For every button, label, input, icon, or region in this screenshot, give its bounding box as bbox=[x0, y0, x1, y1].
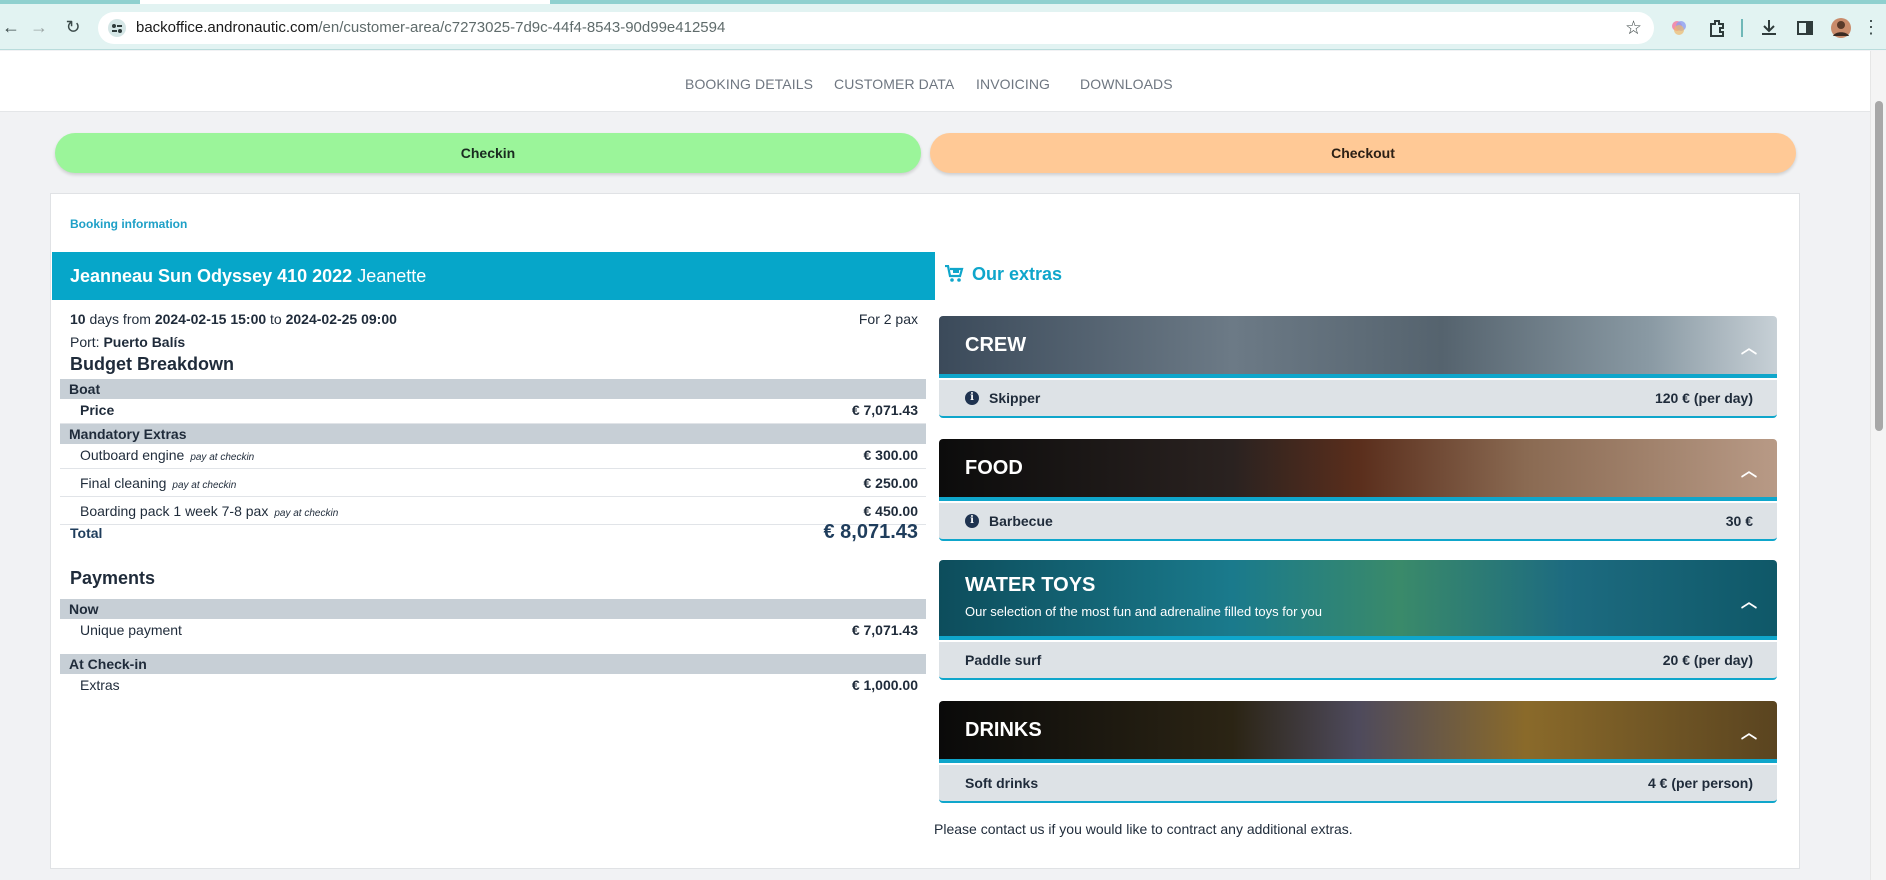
checkout-button[interactable]: Checkout bbox=[930, 133, 1796, 173]
extras-title: Our extras bbox=[944, 264, 1062, 288]
url-text: backoffice.andronautic.com/en/customer-a… bbox=[136, 19, 726, 36]
category-water-toys-header[interactable]: WATER TOYS Our selection of the most fun… bbox=[939, 560, 1777, 640]
customer-area-nav: BOOKING DETAILS CUSTOMER DATA INVOICING … bbox=[0, 51, 1870, 112]
chevron-up-icon[interactable]: ︿ bbox=[1741, 588, 1757, 612]
browser-menu-icon[interactable]: ⋮ bbox=[1862, 16, 1880, 38]
booking-info-label: Booking information bbox=[70, 217, 188, 231]
extra-item-row[interactable]: i Barbecue 30 € bbox=[939, 503, 1777, 541]
payment-row: Unique payment € 7,071.43 bbox=[80, 622, 918, 638]
budget-title: Budget Breakdown bbox=[70, 354, 235, 374]
chevron-up-icon[interactable]: ︿ bbox=[1741, 457, 1757, 481]
trip-dates: 10 days from 2024-02-15 15:00 to 2024-02… bbox=[70, 311, 397, 327]
page-scrollbar[interactable] bbox=[1870, 51, 1886, 880]
reload-icon[interactable]: ↻ bbox=[62, 16, 84, 38]
total-amount: € 8,071.43 bbox=[823, 521, 918, 543]
payment-row: Extras € 1,000.00 bbox=[80, 677, 918, 693]
port-info: Port: Puerto Balís bbox=[70, 334, 186, 350]
total-label: Total bbox=[70, 525, 103, 541]
extension-color-icon[interactable] bbox=[1668, 17, 1690, 39]
address-bar[interactable]: backoffice.andronautic.com/en/customer-a… bbox=[98, 12, 1654, 44]
nav-invoicing[interactable]: INVOICING bbox=[976, 76, 1050, 92]
contact-note: Please contact us if you would like to c… bbox=[934, 821, 1353, 837]
cart-icon bbox=[944, 264, 964, 288]
site-settings-icon[interactable] bbox=[108, 19, 126, 37]
booking-card: Booking information Jeanneau Sun Odyssey… bbox=[50, 193, 1800, 869]
nav-customer-data[interactable]: CUSTOMER DATA bbox=[834, 76, 954, 92]
forward-icon[interactable]: → bbox=[28, 16, 50, 38]
side-panel-icon[interactable] bbox=[1794, 17, 1816, 39]
boat-nickname: Jeanette bbox=[357, 266, 427, 286]
profile-avatar-icon[interactable] bbox=[1830, 17, 1852, 39]
info-icon[interactable]: i bbox=[965, 391, 979, 405]
category-drinks-header[interactable]: DRINKS ︿ bbox=[939, 701, 1777, 763]
chevron-up-icon[interactable]: ︿ bbox=[1741, 719, 1757, 743]
price-row: Price € 7,071.43 bbox=[60, 396, 926, 424]
download-icon[interactable] bbox=[1758, 17, 1780, 39]
nav-booking-details[interactable]: BOOKING DETAILS bbox=[685, 76, 813, 92]
nav-downloads[interactable]: DOWNLOADS bbox=[1080, 76, 1173, 92]
browser-toolbar: ← → ↻ backoffice.andronautic.com/en/cust… bbox=[0, 4, 1886, 50]
chevron-up-icon[interactable]: ︿ bbox=[1741, 334, 1757, 358]
pax-count: For 2 pax bbox=[858, 311, 918, 327]
scrollbar-thumb[interactable] bbox=[1875, 101, 1883, 431]
extra-item-row[interactable]: Soft drinks 4 € (per person) bbox=[939, 765, 1777, 803]
checkin-button[interactable]: Checkin bbox=[55, 133, 921, 173]
budget-item-row: Outboard engine pay at checkin € 300.00 bbox=[60, 441, 926, 469]
extensions-puzzle-icon[interactable] bbox=[1706, 17, 1728, 39]
category-food-header[interactable]: FOOD ︿ bbox=[939, 439, 1777, 501]
extra-item-row[interactable]: i Skipper 120 € (per day) bbox=[939, 380, 1777, 418]
extra-item-row[interactable]: Paddle surf 20 € (per day) bbox=[939, 642, 1777, 680]
budget-item-row: Final cleaning pay at checkin € 250.00 bbox=[60, 469, 926, 497]
category-crew-header[interactable]: CREW ︿ bbox=[939, 316, 1777, 378]
customer-area-page: BOOKING DETAILS CUSTOMER DATA INVOICING … bbox=[0, 51, 1870, 880]
payments-title: Payments bbox=[70, 568, 156, 588]
back-icon[interactable]: ← bbox=[0, 16, 22, 38]
total-row: Total € 8,071.43 bbox=[70, 521, 926, 553]
boat-name: Jeanneau Sun Odyssey 410 2022 bbox=[70, 266, 353, 286]
bookmark-star-icon[interactable]: ☆ bbox=[1625, 17, 1642, 40]
info-icon[interactable]: i bbox=[965, 514, 979, 528]
boat-header: Jeanneau Sun Odyssey 410 2022 Jeanette bbox=[52, 252, 935, 300]
toolbar-divider bbox=[1741, 19, 1743, 37]
